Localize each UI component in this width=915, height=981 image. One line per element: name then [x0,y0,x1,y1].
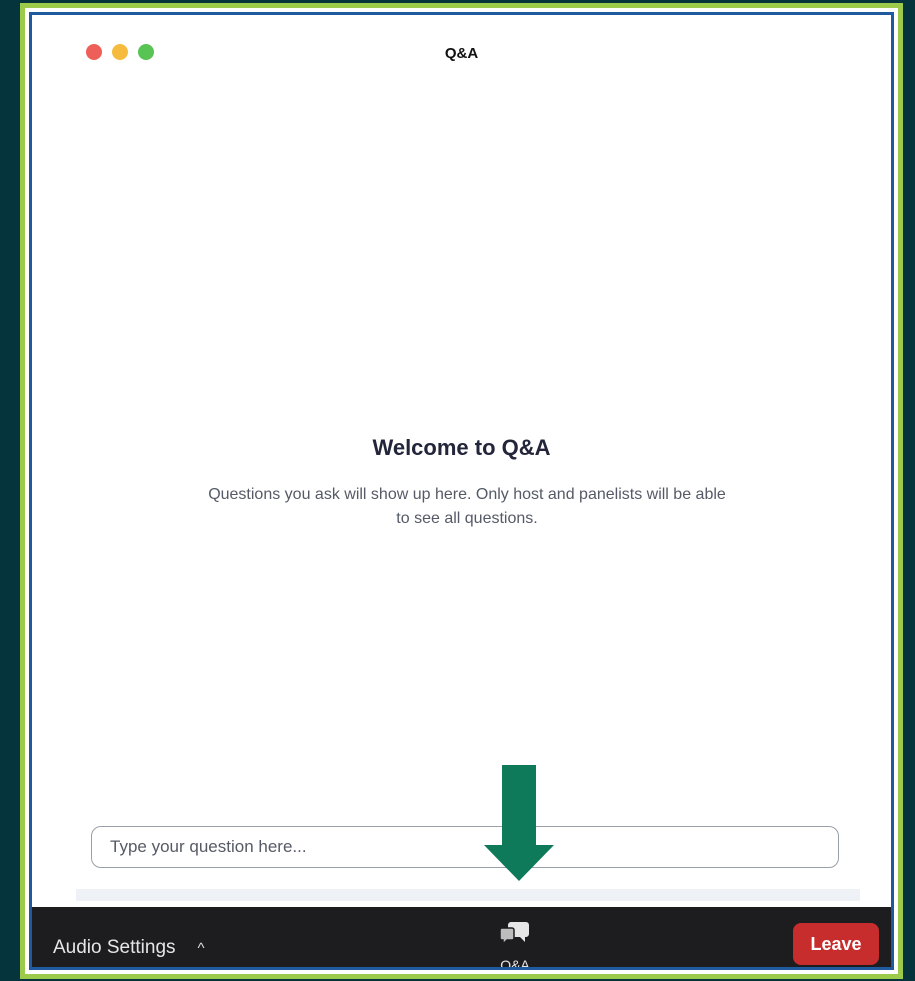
chevron-up-icon[interactable]: ^ [198,940,205,957]
window-title: Q&A [444,45,479,62]
meeting-toolbar: Audio Settings ^ Q&A Leave [32,907,891,967]
qa-toolbar-label: Q&A [500,957,530,970]
welcome-title: Welcome to Q&A [372,435,551,460]
audio-settings-label: Audio Settings [53,937,176,958]
leave-button[interactable]: Leave [793,923,879,965]
down-arrow-icon [484,765,554,881]
qa-toolbar-button[interactable]: Q&A [490,919,540,970]
qa-window: Q&A Welcome to Q&A Questions you ask wil… [29,12,894,970]
speech-bubbles-icon [499,922,529,946]
question-input[interactable] [91,826,839,868]
audio-settings-button[interactable]: Audio Settings ^ [53,937,205,959]
input-divider [76,889,860,901]
outer-frame: Q&A Welcome to Q&A Questions you ask wil… [20,3,903,979]
welcome-message: Questions you ask will show up here. Onl… [208,486,726,527]
